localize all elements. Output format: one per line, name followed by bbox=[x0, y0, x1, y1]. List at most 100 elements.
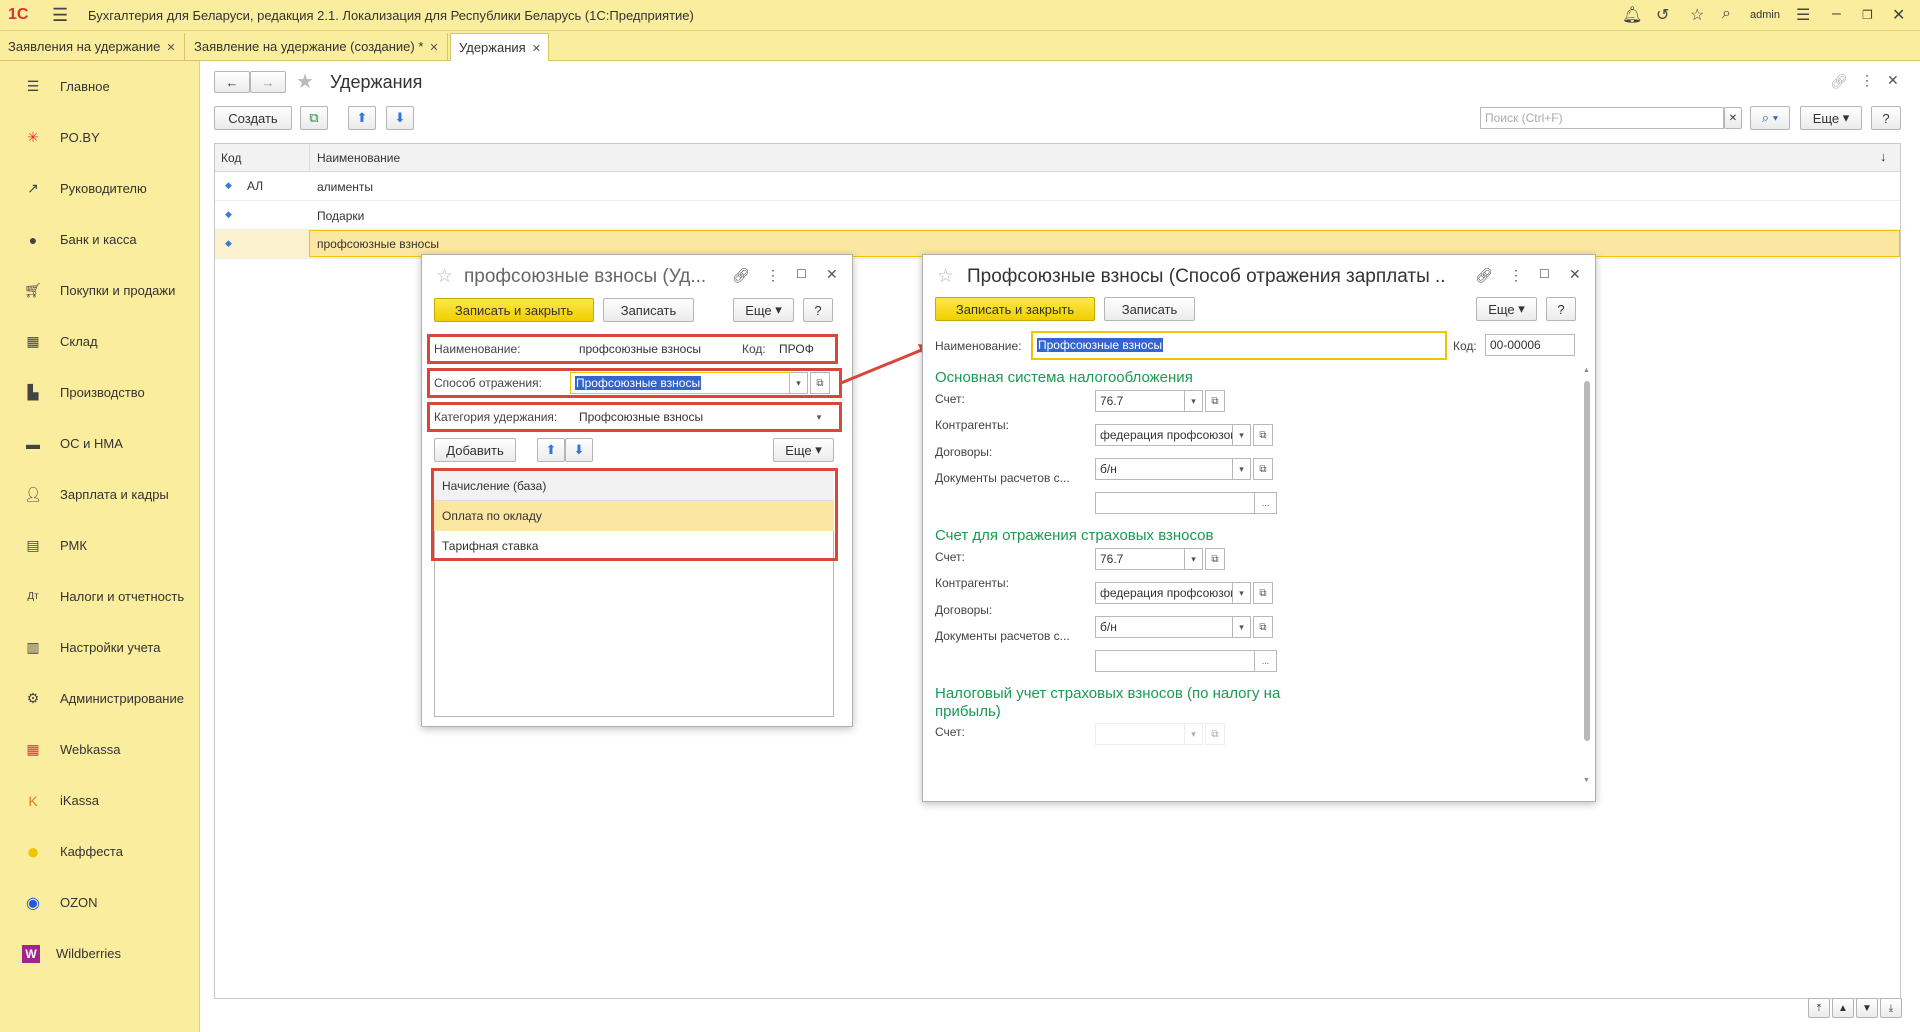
star-icon[interactable]: ☆ bbox=[1690, 5, 1704, 25]
sidebar-item-kaffesta[interactable]: ● Каффеста bbox=[0, 826, 200, 877]
clear-search-button[interactable]: ✕ bbox=[1724, 107, 1742, 129]
link-icon[interactable]: 🔗︎ bbox=[732, 267, 750, 284]
save-and-close-button[interactable]: Записать и закрыть bbox=[434, 298, 594, 322]
open-link-icon[interactable]: ⧉ bbox=[1253, 458, 1273, 480]
dropdown-arrow-icon[interactable]: ▾ bbox=[790, 372, 808, 394]
maximize-icon[interactable]: ☐ bbox=[1539, 267, 1550, 281]
copy-button[interactable]: ⧉ bbox=[300, 106, 328, 130]
sidebar-item-main[interactable]: ☰ Главное bbox=[0, 61, 200, 112]
dialog-help-button[interactable]: ? bbox=[1546, 297, 1576, 321]
link-icon[interactable]: 🔗︎ bbox=[1475, 267, 1493, 284]
sidebar-item-ikassa[interactable]: KiKassa bbox=[0, 775, 200, 826]
table-more-button[interactable]: Еще ▾ bbox=[773, 438, 834, 462]
dialog-help-button[interactable]: ? bbox=[803, 298, 833, 322]
search-input[interactable]: Поиск (Ctrl+F) bbox=[1480, 107, 1724, 129]
close-icon[interactable]: ✕ bbox=[1892, 5, 1905, 25]
name-field[interactable]: Профсоюзные взносы bbox=[1031, 331, 1447, 360]
history-icon[interactable]: ↺ bbox=[1656, 5, 1669, 25]
dropdown-arrow-icon[interactable]: ▾ bbox=[810, 406, 828, 428]
table-row[interactable]: ◆ Подарки bbox=[215, 201, 1900, 230]
sidebar-item-ozon[interactable]: ◉ OZON bbox=[0, 877, 200, 928]
settings-menu-icon[interactable]: ☰ bbox=[1796, 5, 1810, 25]
sidebar-item-bank[interactable]: ● Банк и касса bbox=[0, 214, 200, 265]
bell-icon[interactable]: 🔔︎ bbox=[1622, 5, 1642, 25]
dropdown-arrow-icon[interactable]: ▾ bbox=[1233, 424, 1251, 446]
close-tab-icon[interactable]: ✕ bbox=[532, 43, 541, 55]
favorite-star-icon[interactable]: ★ bbox=[296, 69, 314, 94]
add-button[interactable]: Добавить bbox=[434, 438, 516, 462]
docs-select[interactable]: ... bbox=[1095, 650, 1277, 672]
move-up-button[interactable]: ⬆ bbox=[348, 106, 376, 130]
scrollbar[interactable]: ▲ ▼ bbox=[1583, 367, 1591, 797]
sidebar-item-assets[interactable]: ▬ ОС и НМА bbox=[0, 418, 200, 469]
restore-icon[interactable]: ❐ bbox=[1862, 8, 1873, 22]
tab-deduction-requests[interactable]: Заявления на удержание ✕ bbox=[0, 33, 185, 61]
forward-button[interactable]: → bbox=[250, 71, 286, 93]
sidebar-item-wildberries[interactable]: W Wildberries bbox=[0, 928, 200, 979]
counterparty-select[interactable]: федерация профсоюзов ▾ ⧉ bbox=[1095, 582, 1273, 604]
name-field[interactable]: профсоюзные взносы bbox=[574, 338, 734, 360]
contracts-select[interactable]: б/н ▾ ⧉ bbox=[1095, 458, 1273, 480]
sidebar-item-salary[interactable]: 👤︎ Зарплата и кадры bbox=[0, 469, 200, 520]
dropdown-arrow-icon[interactable]: ▾ bbox=[1233, 616, 1251, 638]
code-field[interactable]: ПРОФ bbox=[774, 338, 832, 360]
open-link-icon[interactable]: ⧉ bbox=[1205, 390, 1225, 412]
sidebar-item-webkassa[interactable]: ▦ Webkassa bbox=[0, 724, 200, 775]
sidebar-item-admin[interactable]: ⚙ Администрирование bbox=[0, 673, 200, 724]
dialog-more-button[interactable]: Еще ▾ bbox=[1476, 297, 1537, 321]
create-button[interactable]: Создать bbox=[214, 106, 292, 130]
first-page-button[interactable]: ⤒ bbox=[1808, 998, 1830, 1018]
open-link-icon[interactable]: ⧉ bbox=[1205, 548, 1225, 570]
account-select[interactable]: 76.7 ▾ ⧉ bbox=[1095, 390, 1225, 412]
scroll-down-icon[interactable]: ▼ bbox=[1583, 777, 1590, 784]
search-icon[interactable]: ⌕ bbox=[1722, 5, 1731, 23]
maximize-icon[interactable]: ☐ bbox=[796, 267, 807, 281]
choose-button[interactable]: ... bbox=[1255, 492, 1277, 514]
sidebar-item-purchases[interactable]: 🛒︎ Покупки и продажи bbox=[0, 265, 200, 316]
scrollbar-thumb[interactable] bbox=[1584, 381, 1590, 741]
method-select[interactable]: Профсоюзные взносы ▾ ⧉ bbox=[570, 372, 830, 394]
back-button[interactable]: ← bbox=[214, 71, 250, 93]
table-row-selected[interactable]: Оплата по окладу bbox=[434, 501, 834, 531]
sidebar-item-production[interactable]: ▙ Производство bbox=[0, 367, 200, 418]
open-link-icon[interactable]: ⧉ bbox=[810, 372, 830, 394]
move-down-button[interactable]: ⬇ bbox=[565, 438, 593, 462]
close-tab-icon[interactable]: ✕ bbox=[166, 42, 175, 54]
favorite-star-icon[interactable]: ☆ bbox=[937, 265, 954, 288]
more-vert-icon[interactable]: ⋮ bbox=[766, 267, 780, 284]
save-button[interactable]: Записать bbox=[1104, 297, 1195, 321]
save-and-close-button[interactable]: Записать и закрыть bbox=[935, 297, 1095, 321]
column-name-header[interactable]: Наименование bbox=[317, 151, 400, 165]
hamburger-menu-icon[interactable]: ☰ bbox=[52, 5, 68, 26]
last-page-button[interactable]: ⤓ bbox=[1880, 998, 1902, 1018]
list-help-button[interactable]: ? bbox=[1871, 106, 1901, 130]
table-row[interactable]: Тарифная ставка bbox=[434, 531, 834, 559]
open-link-icon[interactable]: ⧉ bbox=[1253, 582, 1273, 604]
sort-arrow-icon[interactable]: ↓ bbox=[1880, 149, 1887, 164]
counterparty-select[interactable]: федерация профсоюзов ▾ ⧉ bbox=[1095, 424, 1273, 446]
more-vert-icon[interactable]: ⋮ bbox=[1509, 267, 1523, 284]
list-more-button[interactable]: Еще ▾ bbox=[1800, 106, 1862, 130]
move-up-button[interactable]: ⬆ bbox=[537, 438, 565, 462]
next-page-button[interactable]: ▼ bbox=[1856, 998, 1878, 1018]
choose-button[interactable]: ... bbox=[1255, 650, 1277, 672]
docs-select[interactable]: ... bbox=[1095, 492, 1277, 514]
account-select[interactable]: 76.7 ▾ ⧉ bbox=[1095, 548, 1225, 570]
tab-deduction-request-create[interactable]: Заявление на удержание (создание) * ✕ bbox=[186, 33, 448, 61]
sidebar-item-warehouse[interactable]: ▦ Склад bbox=[0, 316, 200, 367]
dropdown-arrow-icon[interactable]: ▾ bbox=[1185, 548, 1203, 570]
sidebar-item-taxes[interactable]: Дт Налоги и отчетность bbox=[0, 571, 200, 622]
column-code-header[interactable]: Код bbox=[221, 151, 241, 165]
move-down-button[interactable]: ⬇ bbox=[386, 106, 414, 130]
close-dialog-icon[interactable]: ✕ bbox=[826, 266, 838, 283]
close-tab-icon[interactable]: ✕ bbox=[429, 42, 438, 54]
code-field[interactable]: 00-00006 bbox=[1485, 334, 1575, 356]
dropdown-arrow-icon[interactable]: ▾ bbox=[1185, 390, 1203, 412]
prev-page-button[interactable]: ▲ bbox=[1832, 998, 1854, 1018]
minimize-icon[interactable]: – bbox=[1832, 5, 1841, 23]
close-form-icon[interactable]: ✕ bbox=[1887, 72, 1899, 89]
dialog-more-button[interactable]: Еще ▾ bbox=[733, 298, 794, 322]
open-link-icon[interactable]: ⧉ bbox=[1253, 424, 1273, 446]
user-name[interactable]: admin bbox=[1750, 9, 1780, 21]
sidebar-item-accounting-settings[interactable]: ▥ Настройки учета bbox=[0, 622, 200, 673]
